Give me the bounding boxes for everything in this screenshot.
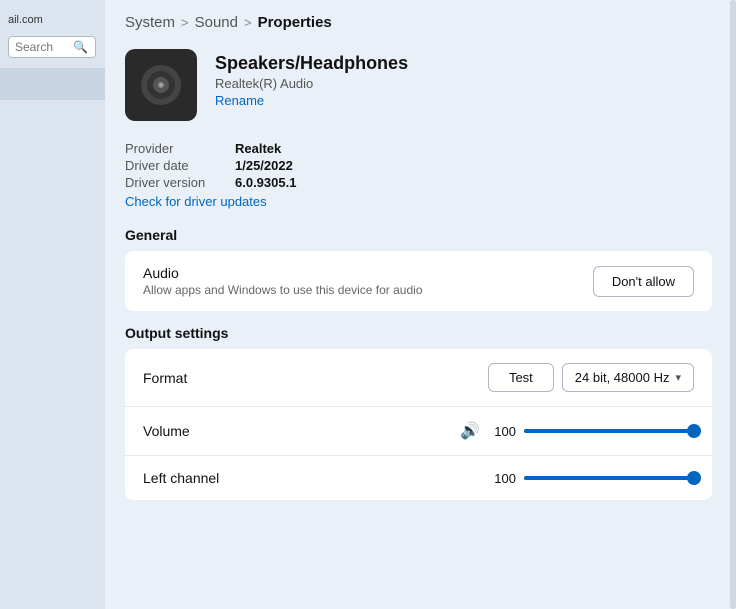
sidebar-email: ail.com (0, 8, 51, 36)
volume-value: 100 (488, 424, 516, 439)
search-icon: 🔍 (73, 40, 88, 54)
sidebar-selected-item (0, 68, 105, 100)
driver-info: Provider Realtek Driver date 1/25/2022 D… (125, 141, 712, 209)
left-channel-slider[interactable] (524, 476, 694, 480)
output-settings-title: Output settings (125, 325, 712, 341)
breadcrumb-system[interactable]: System (125, 14, 175, 31)
volume-controls: 🔊 100 (460, 421, 694, 441)
left-channel-label: Left channel (143, 470, 219, 486)
device-header: Speakers/Headphones Realtek(R) Audio Ren… (125, 49, 712, 121)
format-dropdown[interactable]: 24 bit, 48000 Hz ▾ (562, 363, 694, 392)
test-button[interactable]: Test (488, 363, 554, 392)
volume-label: Volume (143, 423, 190, 439)
audio-info: Audio Allow apps and Windows to use this… (143, 265, 423, 297)
left-channel-row: Left channel 100 (125, 456, 712, 500)
check-driver-updates-link[interactable]: Check for driver updates (125, 194, 712, 209)
general-card: Audio Allow apps and Windows to use this… (125, 251, 712, 311)
breadcrumb-current: Properties (258, 14, 332, 31)
provider-label: Provider (125, 141, 235, 156)
format-controls: Test 24 bit, 48000 Hz ▾ (488, 363, 694, 392)
device-icon (125, 49, 197, 121)
driver-version-value: 6.0.9305.1 (235, 175, 712, 190)
driver-version-label: Driver version (125, 175, 235, 190)
left-channel-controls: 100 (488, 471, 694, 486)
audio-desc: Allow apps and Windows to use this devic… (143, 283, 423, 297)
format-row: Format Test 24 bit, 48000 Hz ▾ (125, 349, 712, 407)
format-label: Format (143, 370, 187, 386)
dont-allow-button[interactable]: Don't allow (593, 266, 694, 297)
sidebar: ail.com 🔍 (0, 0, 105, 609)
breadcrumb-sound[interactable]: Sound (195, 14, 238, 31)
volume-slider[interactable] (524, 429, 694, 433)
breadcrumb: System > Sound > Properties (125, 14, 712, 31)
device-driver: Realtek(R) Audio (215, 76, 408, 91)
audio-label: Audio (143, 265, 423, 281)
volume-icon: 🔊 (460, 421, 480, 441)
audio-row: Audio Allow apps and Windows to use this… (125, 251, 712, 311)
driver-date-label: Driver date (125, 158, 235, 173)
chevron-down-icon: ▾ (675, 371, 681, 384)
output-settings-card: Format Test 24 bit, 48000 Hz ▾ Volume 🔊 … (125, 349, 712, 500)
left-channel-slider-thumb[interactable] (687, 471, 701, 485)
provider-value: Realtek (235, 141, 712, 156)
speaker-icon (138, 62, 184, 108)
volume-slider-thumb[interactable] (687, 424, 701, 438)
device-name: Speakers/Headphones (215, 53, 408, 74)
driver-date-value: 1/25/2022 (235, 158, 712, 173)
device-info: Speakers/Headphones Realtek(R) Audio Ren… (215, 49, 408, 108)
sidebar-search-box[interactable]: 🔍 (8, 36, 96, 58)
general-section-title: General (125, 227, 712, 243)
scrollbar[interactable] (730, 0, 736, 609)
volume-slider-fill (524, 429, 694, 433)
format-value: 24 bit, 48000 Hz (575, 370, 670, 385)
volume-row: Volume 🔊 100 (125, 407, 712, 456)
rename-link[interactable]: Rename (215, 93, 408, 108)
left-channel-value: 100 (488, 471, 516, 486)
left-channel-slider-fill (524, 476, 694, 480)
search-input[interactable] (15, 40, 73, 54)
main-content: System > Sound > Properties Speakers/Hea… (105, 0, 736, 609)
breadcrumb-sep2: > (244, 15, 252, 30)
breadcrumb-sep1: > (181, 15, 189, 30)
